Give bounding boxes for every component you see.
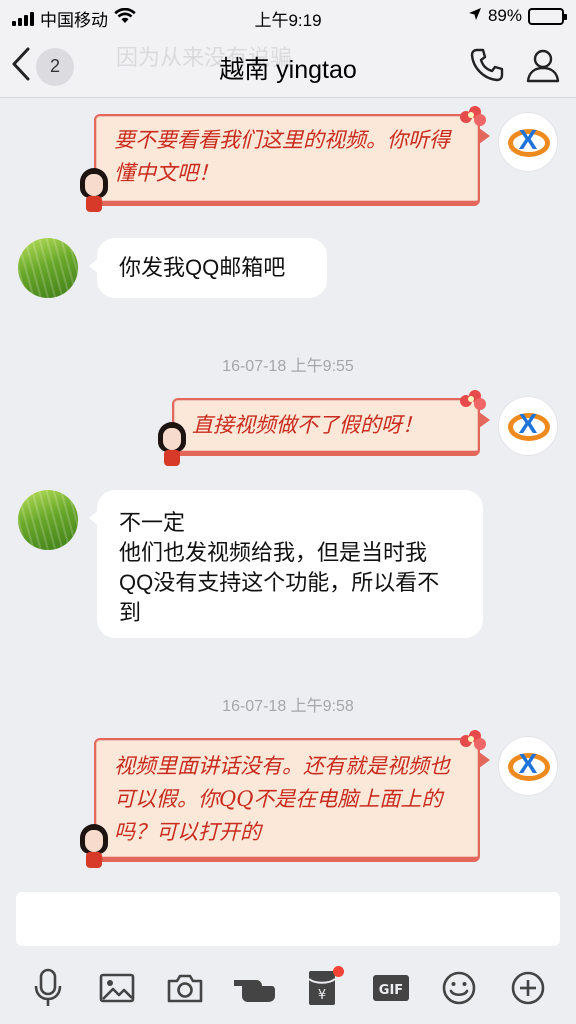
message-input[interactable] [16,892,560,946]
notification-dot [333,966,345,977]
my-avatar[interactable]: X [498,396,558,456]
microphone-icon[interactable] [26,966,70,1010]
plum-flower-icon [460,730,486,752]
message-bubble-received[interactable]: 你发我QQ邮箱吧 [89,238,327,298]
logo-x-icon: X [518,408,538,439]
battery-icon [528,7,567,25]
message-bubble-sent[interactable]: 视频里面讲话没有。还有就是视频也可以假。你QQ不是在电脑上面上的吗？可以打开的 [94,730,490,862]
phone-call-button[interactable] [468,46,506,89]
timestamp: 16-07-18 上午9:55 [222,358,354,375]
location-arrow-icon [468,6,482,26]
nav-bar: 因为从来没有说骗 2 越南 yingtao [0,32,576,98]
chat-area[interactable]: X 要不要看看我们这里的视频。你听得懂中文吧！ 你发我QQ邮箱吧 16-07-1… [0,98,576,880]
nav-actions [468,46,562,89]
message-text: 视频里面讲话没有。还有就是视频也可以假。你QQ不是在电脑上面上的吗？可以打开的 [114,754,450,844]
my-avatar[interactable]: X [498,112,558,172]
hand-gesture-icon[interactable] [232,966,276,1010]
plum-flower-icon [460,390,486,412]
message-bubble-sent[interactable]: 要不要看看我们这里的视频。你听得懂中文吧！ [94,106,490,206]
camera-icon[interactable] [163,966,207,1010]
logo-x-icon: X [518,748,538,779]
red-packet-symbol: ¥ [318,988,326,1003]
my-avatar[interactable]: X [498,736,558,796]
status-right: 89% [468,6,567,26]
timestamp: 16-07-18 上午9:58 [222,698,354,715]
gif-label: GIF [379,983,403,998]
logo-x-icon: X [518,124,538,155]
emoji-icon[interactable] [437,966,481,1010]
image-icon[interactable] [95,966,139,1010]
plum-flower-icon [460,106,486,128]
message-line: 不一定 [119,510,186,535]
contact-avatar[interactable] [18,490,78,550]
message-text: 要不要看看我们这里的视频。你听得懂中文吧！ [114,128,450,185]
doll-decoration-icon [79,824,109,868]
input-toolbar: ¥ GIF [0,958,576,1018]
battery-percent: 89% [487,6,522,25]
status-bar: 中国移动 上午9:19 89% [0,0,576,32]
doll-decoration-icon [79,168,109,212]
doll-decoration-icon [157,422,187,466]
message-text: 直接视频做不了假的呀！ [192,413,423,437]
message-text: 你发我QQ邮箱吧 [119,255,286,280]
gif-icon[interactable]: GIF [369,966,413,1010]
message-bubble-sent[interactable]: 直接视频做不了假的呀！ [172,390,490,456]
plus-icon[interactable] [506,966,550,1010]
red-packet-icon[interactable]: ¥ [300,966,345,1010]
message-bubble-received[interactable]: 不一定 他们也发视频给我，但是当时我QQ没有支持这个功能，所以看不到 [89,490,483,638]
contact-avatar[interactable] [18,238,78,298]
profile-button[interactable] [524,46,562,89]
message-line: 他们也发视频给我，但是当时我QQ没有支持这个功能，所以看不到 [119,540,440,625]
